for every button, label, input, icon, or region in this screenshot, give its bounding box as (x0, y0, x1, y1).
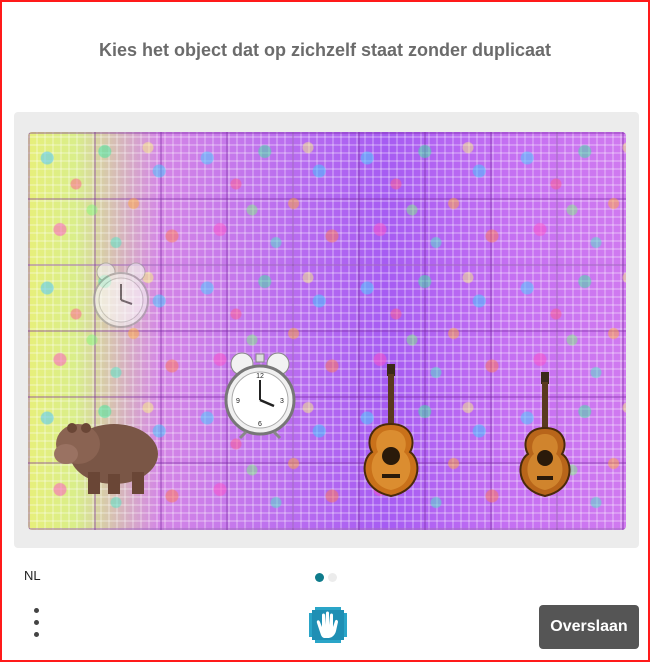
hippo[interactable] (52, 404, 162, 500)
challenge-panel: 12 3 6 9 (14, 112, 639, 548)
hand-logo-icon (309, 607, 347, 643)
acoustic-guitar[interactable] (354, 364, 428, 500)
svg-text:9: 9 (236, 398, 240, 405)
pagination-dot (328, 573, 337, 582)
vertical-dots-icon[interactable] (32, 608, 44, 642)
svg-text:12: 12 (256, 373, 264, 380)
pagination-dot-active (315, 573, 324, 582)
pagination-dots (315, 569, 341, 587)
puzzle-canvas[interactable]: 12 3 6 9 (28, 132, 626, 530)
skip-button[interactable]: Overslaan (539, 605, 639, 649)
captcha-frame: Kies het object dat op zichzelf staat zo… (0, 0, 650, 662)
alarm-clock[interactable]: 12 3 6 9 (222, 350, 298, 440)
alarm-clock-faded[interactable] (88, 260, 154, 332)
svg-text:3: 3 (280, 398, 284, 405)
challenge-title: Kies het object dat op zichzelf staat zo… (98, 40, 552, 60)
language-selector[interactable]: NL (24, 568, 41, 583)
acoustic-guitar[interactable] (512, 372, 578, 500)
svg-text:6: 6 (258, 421, 262, 428)
